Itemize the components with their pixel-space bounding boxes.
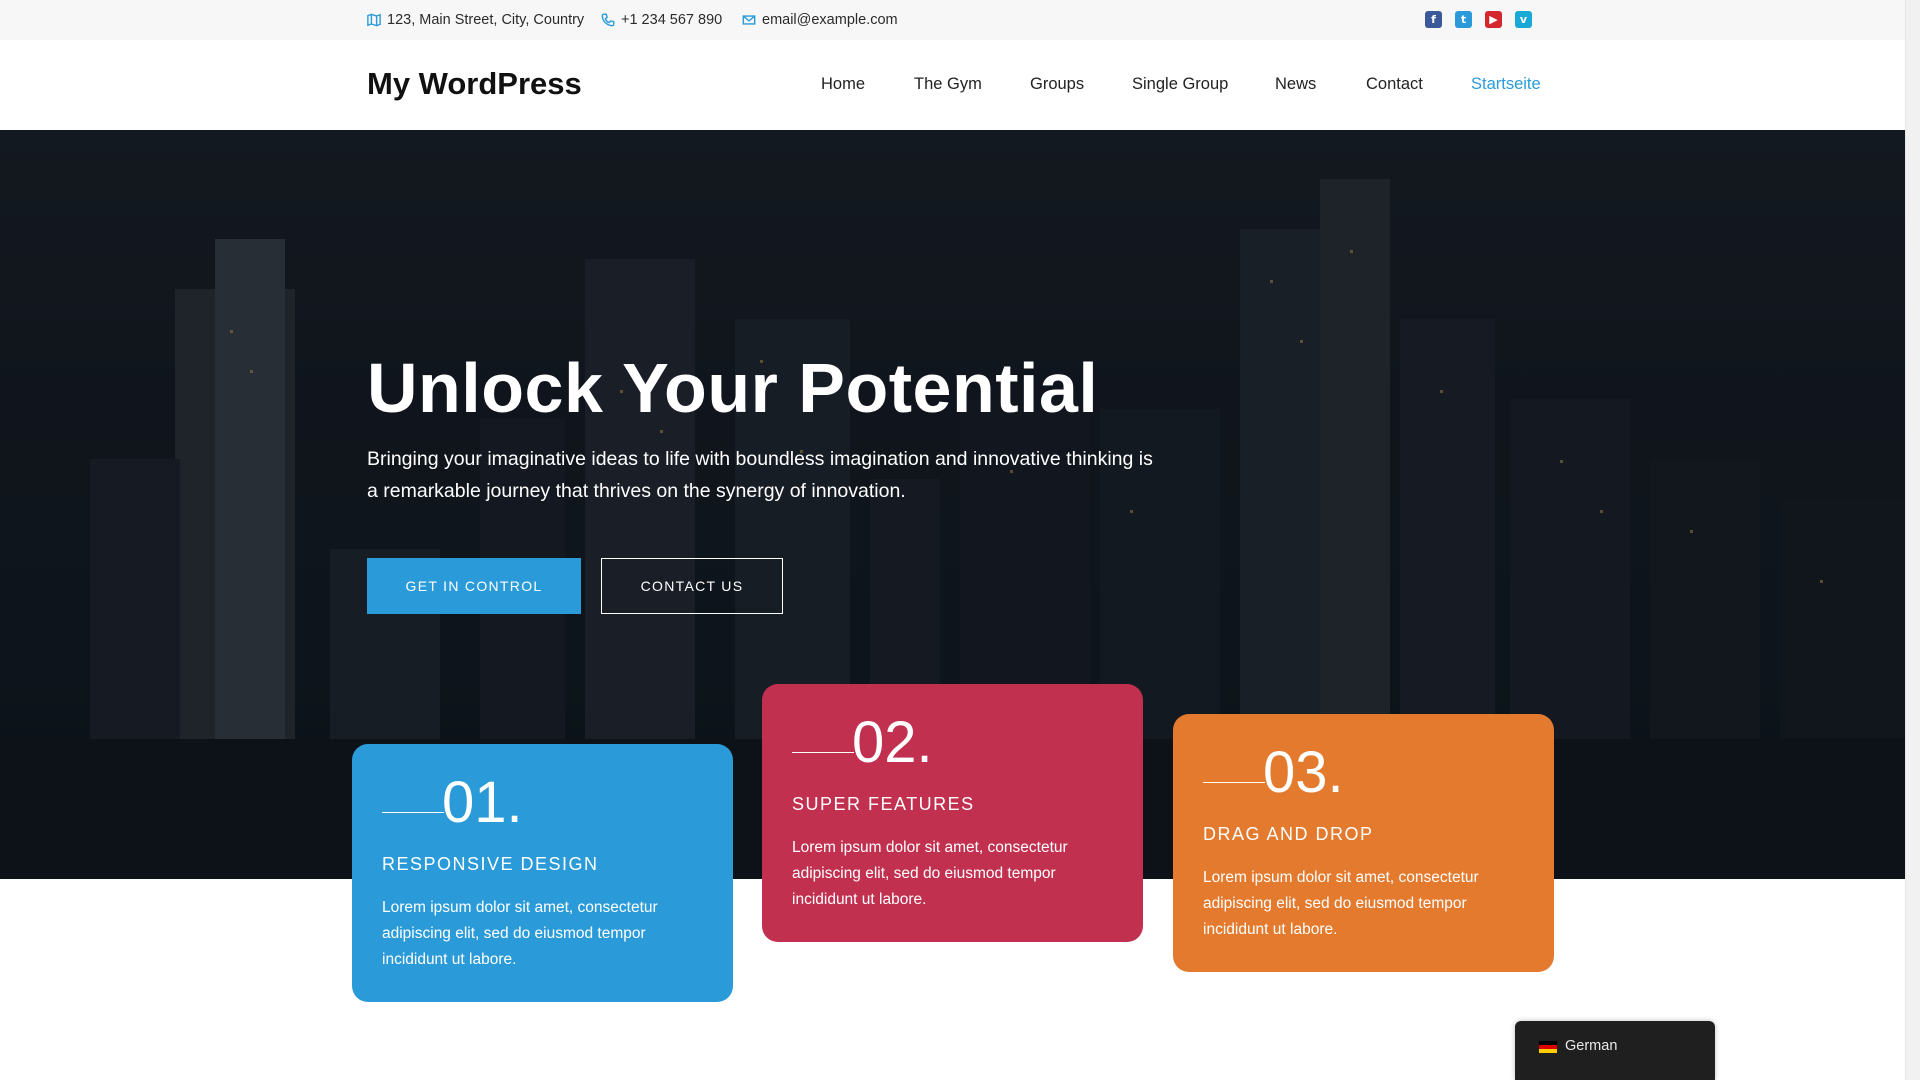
- nav-home[interactable]: Home: [821, 75, 865, 94]
- email-text: email@example.com: [762, 12, 898, 28]
- language-label: German: [1565, 1038, 1618, 1054]
- twitter-icon[interactable]: t: [1455, 11, 1472, 28]
- card-title: SUPER FEATURES: [792, 794, 975, 814]
- contact-us-button[interactable]: CONTACT US: [601, 558, 783, 614]
- card-number: 03.: [1263, 740, 1344, 805]
- language-switcher[interactable]: German: [1515, 1021, 1715, 1080]
- feature-card-drag-and-drop: 03. DRAG AND DROP Lorem ipsum dolor sit …: [1173, 714, 1554, 972]
- phone-info[interactable]: +1 234 567 890: [601, 0, 722, 40]
- email-info[interactable]: email@example.com: [742, 0, 898, 40]
- facebook-icon[interactable]: f: [1425, 11, 1442, 28]
- card-number: 02.: [852, 710, 933, 775]
- mail-icon: [742, 15, 756, 25]
- card-title: RESPONSIVE DESIGN: [382, 854, 599, 874]
- site-title[interactable]: My WordPress: [367, 66, 582, 102]
- nav-the-gym[interactable]: The Gym: [914, 75, 982, 94]
- nav-contact[interactable]: Contact: [1366, 75, 1423, 94]
- address-text: 123, Main Street, City, Country: [387, 12, 585, 28]
- get-in-control-button[interactable]: GET IN CONTROL: [367, 558, 581, 614]
- page-scrollbar[interactable]: [1905, 0, 1920, 1080]
- nav-news[interactable]: News: [1275, 75, 1316, 94]
- card-text: Lorem ipsum dolor sit amet, consectetur …: [1203, 869, 1479, 938]
- feature-card-super-features: 02. SUPER FEATURES Lorem ipsum dolor sit…: [762, 684, 1143, 942]
- vimeo-icon[interactable]: v: [1515, 11, 1532, 28]
- card-divider-line: [1203, 782, 1265, 783]
- card-divider-line: [382, 812, 444, 813]
- card-number: 01.: [442, 770, 523, 835]
- hero-subtitle: Bringing your imaginative ideas to life …: [367, 448, 1153, 502]
- youtube-icon[interactable]: ▶: [1485, 11, 1502, 28]
- card-divider-line: [792, 752, 854, 753]
- nav-startseite[interactable]: Startseite: [1471, 75, 1541, 94]
- phone-icon: [601, 13, 615, 27]
- card-title: DRAG AND DROP: [1203, 824, 1374, 844]
- phone-text: +1 234 567 890: [621, 12, 723, 28]
- site-header: My WordPress Home The Gym Groups Single …: [0, 40, 1905, 130]
- card-text: Lorem ipsum dolor sit amet, consectetur …: [792, 839, 1068, 908]
- feature-card-responsive-design: 01. RESPONSIVE DESIGN Lorem ipsum dolor …: [352, 744, 733, 1002]
- card-text: Lorem ipsum dolor sit amet, consectetur …: [382, 899, 658, 968]
- nav-groups[interactable]: Groups: [1030, 75, 1084, 94]
- address-info: 123, Main Street, City, Country: [367, 0, 584, 40]
- top-info-bar: 123, Main Street, City, Country +1 234 5…: [0, 0, 1905, 40]
- hero-title: Unlock Your Potential: [367, 349, 1099, 427]
- map-icon: [367, 13, 381, 27]
- german-flag-icon: [1539, 1041, 1557, 1053]
- nav-single-group[interactable]: Single Group: [1132, 75, 1228, 94]
